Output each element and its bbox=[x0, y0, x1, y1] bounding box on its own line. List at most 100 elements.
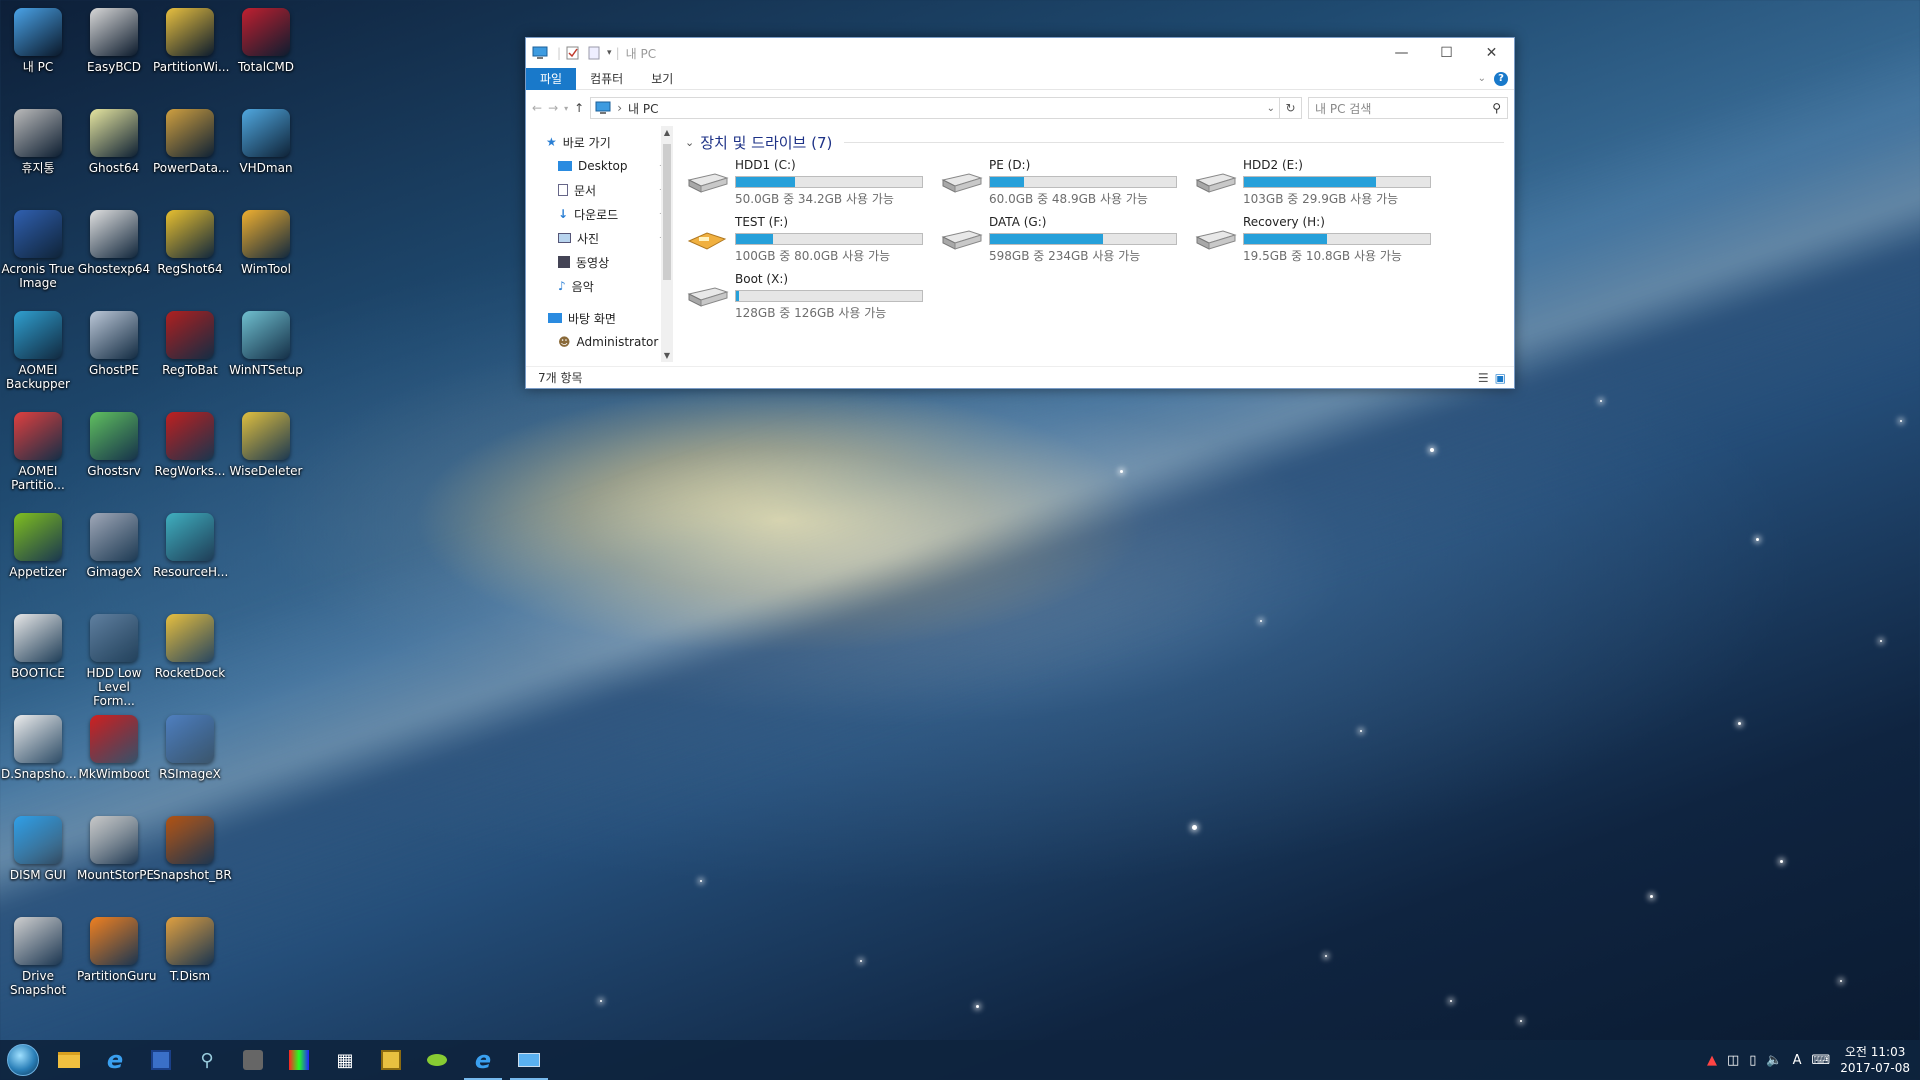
desktop-icon-bootice[interactable]: BOOTICE bbox=[0, 610, 76, 710]
tab-computer[interactable]: 컴퓨터 bbox=[576, 68, 637, 90]
minimize-button[interactable]: — bbox=[1379, 38, 1424, 68]
taskbar-mypc[interactable] bbox=[506, 1040, 552, 1080]
drive-item[interactable]: TEST (F:) 100GB 중 80.0GB 사용 가능 bbox=[685, 215, 935, 267]
nav-item-user[interactable]: ☻ Administrator bbox=[526, 330, 673, 354]
drive-item[interactable]: HDD2 (E:) 103GB 중 29.9GB 사용 가능 bbox=[1193, 158, 1443, 210]
address-dropdown-icon[interactable]: ⌄ bbox=[1267, 103, 1275, 114]
desktop-icon-wisedeleter[interactable]: WiseDeleter bbox=[228, 408, 304, 508]
desktop-icon-휴지통[interactable]: 휴지통 bbox=[0, 105, 76, 205]
desktop-icon-easybcd[interactable]: EasyBCD bbox=[76, 4, 152, 104]
desktop-icon-partitionguru[interactable]: PartitionGuru bbox=[76, 913, 156, 1013]
desktop-icon-drive-snapshot[interactable]: Drive Snapshot bbox=[0, 913, 76, 1013]
qat-dropdown-icon[interactable]: ▾ bbox=[607, 48, 612, 58]
close-button[interactable]: ✕ bbox=[1469, 38, 1514, 68]
nav-item-documents[interactable]: 문서 ✦ bbox=[526, 178, 673, 202]
desktop-icon-partitionwi-[interactable]: PartitionWi... bbox=[152, 4, 229, 104]
desktop-icon-acronis-true-image[interactable]: Acronis True Image bbox=[0, 206, 76, 306]
taskbar-ie[interactable]: e bbox=[92, 1040, 138, 1080]
clock[interactable]: 오전 11:03 2017-07-08 bbox=[1840, 1044, 1910, 1076]
desktop-icon-mkwimboot[interactable]: MkWimboot bbox=[76, 711, 152, 811]
taskbar-ie-active[interactable]: e bbox=[460, 1040, 506, 1080]
taskbar-app8[interactable] bbox=[368, 1040, 414, 1080]
address-bar[interactable]: › 내 PC ⌄ bbox=[590, 97, 1280, 119]
breadcrumb[interactable]: 내 PC bbox=[628, 100, 658, 117]
back-icon[interactable]: ← bbox=[532, 101, 542, 115]
drive-usage-fill bbox=[990, 234, 1104, 244]
tiles-view-icon[interactable]: ▣ bbox=[1495, 371, 1506, 385]
nav-scrollbar[interactable]: ▲ ▼ bbox=[661, 126, 673, 362]
nav-quick-access[interactable]: ★ 바로 가기 bbox=[526, 130, 673, 154]
desktop-icon-rocketdock[interactable]: RocketDock bbox=[152, 610, 228, 710]
refresh-button[interactable]: ↻ bbox=[1280, 97, 1302, 119]
desktop-icon-resourceh-[interactable]: ResourceH... bbox=[152, 509, 228, 609]
taskbar-search[interactable]: ⚲ bbox=[184, 1040, 230, 1080]
desktop-icon-rsimagex[interactable]: RSImageX bbox=[152, 711, 228, 811]
new-folder-icon[interactable] bbox=[586, 46, 602, 60]
desktop-icon-regtobat[interactable]: RegToBat bbox=[152, 307, 228, 407]
keyboard-icon[interactable]: ⌨ bbox=[1811, 1053, 1830, 1068]
desktop-icon-vhdman[interactable]: VHDman bbox=[228, 105, 304, 205]
nav-item-videos[interactable]: 동영상 bbox=[526, 250, 673, 274]
taskbar-appetizer[interactable] bbox=[414, 1040, 460, 1080]
start-button[interactable] bbox=[0, 1040, 46, 1080]
desktop-icon-ghost64[interactable]: Ghost64 bbox=[76, 105, 152, 205]
scroll-thumb[interactable] bbox=[663, 144, 671, 280]
desktop-icon-winntsetup[interactable]: WinNTSetup bbox=[228, 307, 304, 407]
details-view-icon[interactable]: ☰ bbox=[1478, 371, 1489, 385]
up-icon[interactable]: ↑ bbox=[574, 101, 584, 115]
desktop-icon-aomei-partitio-[interactable]: AOMEI Partitio... bbox=[0, 408, 76, 508]
tab-view[interactable]: 보기 bbox=[637, 68, 687, 90]
desktop-icon-aomei-backupper[interactable]: AOMEI Backupper bbox=[0, 307, 76, 407]
desktop-icon-내-pc[interactable]: 내 PC bbox=[0, 4, 76, 104]
desktop-icon-t-dism[interactable]: T.Dism bbox=[152, 913, 228, 1013]
network-icon[interactable]: ◫ bbox=[1727, 1053, 1739, 1068]
drive-item[interactable]: HDD1 (C:) 50.0GB 중 34.2GB 사용 가능 bbox=[685, 158, 935, 210]
desktop-icon-ghostexp64[interactable]: Ghostexp64 bbox=[76, 206, 152, 306]
maximize-button[interactable]: ☐ bbox=[1424, 38, 1469, 68]
desktop-icon-totalcmd[interactable]: TotalCMD bbox=[228, 4, 304, 104]
desktop-icon-regworks-[interactable]: RegWorks... bbox=[152, 408, 228, 508]
show-hidden-icons[interactable]: ▲ bbox=[1707, 1053, 1717, 1068]
desktop-icon-snapshot-br[interactable]: Snapshot_BR bbox=[152, 812, 232, 912]
desktop-icon-hdd-low-level-form-[interactable]: HDD Low Level Form... bbox=[76, 610, 152, 710]
search-input[interactable]: 내 PC 검색 ⚲ bbox=[1308, 97, 1508, 119]
drive-item[interactable]: Boot (X:) 128GB 중 126GB 사용 가능 bbox=[685, 272, 935, 324]
desktop-icon-gimagex[interactable]: GimageX bbox=[76, 509, 152, 609]
scroll-down-icon[interactable]: ▼ bbox=[661, 351, 673, 360]
desktop-icon-wimtool[interactable]: WimTool bbox=[228, 206, 304, 306]
desktop-icon-ghostsrv[interactable]: Ghostsrv bbox=[76, 408, 152, 508]
taskbar-app5[interactable] bbox=[230, 1040, 276, 1080]
desktop-icon-regshot64[interactable]: RegShot64 bbox=[152, 206, 228, 306]
nav-item-desktop-root[interactable]: 바탕 화면 bbox=[526, 306, 673, 330]
taskbar-app6[interactable] bbox=[276, 1040, 322, 1080]
desktop-icon-mountstorpe[interactable]: MountStorPE bbox=[76, 812, 154, 912]
drive-item[interactable]: PE (D:) 60.0GB 중 48.9GB 사용 가능 bbox=[939, 158, 1189, 210]
desktop-icon-appetizer[interactable]: Appetizer bbox=[0, 509, 76, 609]
tab-file[interactable]: 파일 bbox=[526, 67, 577, 90]
nav-item-downloads[interactable]: ↓ 다운로드 ✦ bbox=[526, 202, 673, 226]
nav-item-desktop[interactable]: Desktop ✦ bbox=[526, 154, 673, 178]
help-icon[interactable]: ? bbox=[1494, 71, 1508, 86]
desktop-icon-powerdata-[interactable]: PowerData... bbox=[152, 105, 229, 205]
nav-item-music[interactable]: ♪ 음악 bbox=[526, 274, 673, 298]
group-header[interactable]: ⌄ 장치 및 드라이브 (7) bbox=[685, 132, 1504, 152]
usb-icon[interactable]: ▯ bbox=[1749, 1053, 1756, 1068]
ribbon-expand-icon[interactable]: ⌄ bbox=[1478, 73, 1486, 84]
collapse-chevron-icon[interactable]: ⌄ bbox=[685, 136, 694, 149]
taskbar-explorer[interactable] bbox=[46, 1040, 92, 1080]
recent-dropdown-icon[interactable]: ▾ bbox=[564, 104, 568, 113]
taskbar-floppy[interactable] bbox=[138, 1040, 184, 1080]
taskbar-app7[interactable]: ▦ bbox=[322, 1040, 368, 1080]
desktop-icon-dism-gui[interactable]: DISM GUI bbox=[0, 812, 76, 912]
ime-indicator[interactable]: A bbox=[1793, 1053, 1802, 1068]
forward-icon[interactable]: → bbox=[548, 101, 558, 115]
volume-icon[interactable]: 🔈 bbox=[1766, 1053, 1782, 1068]
desktop-icon-d-snapsho-[interactable]: D.Snapsho... bbox=[0, 711, 77, 811]
drive-item[interactable]: DATA (G:) 598GB 중 234GB 사용 가능 bbox=[939, 215, 1189, 267]
scroll-up-icon[interactable]: ▲ bbox=[661, 128, 673, 137]
taskbar: e ⚲ ▦ e ▲ ◫ ▯ 🔈 A ⌨ 오전 11:03 2017-07-08 bbox=[0, 1040, 1920, 1080]
desktop-icon-ghostpe[interactable]: GhostPE bbox=[76, 307, 152, 407]
nav-item-pictures[interactable]: 사진 ✦ bbox=[526, 226, 673, 250]
properties-icon[interactable] bbox=[565, 46, 581, 60]
drive-item[interactable]: Recovery (H:) 19.5GB 중 10.8GB 사용 가능 bbox=[1193, 215, 1443, 267]
